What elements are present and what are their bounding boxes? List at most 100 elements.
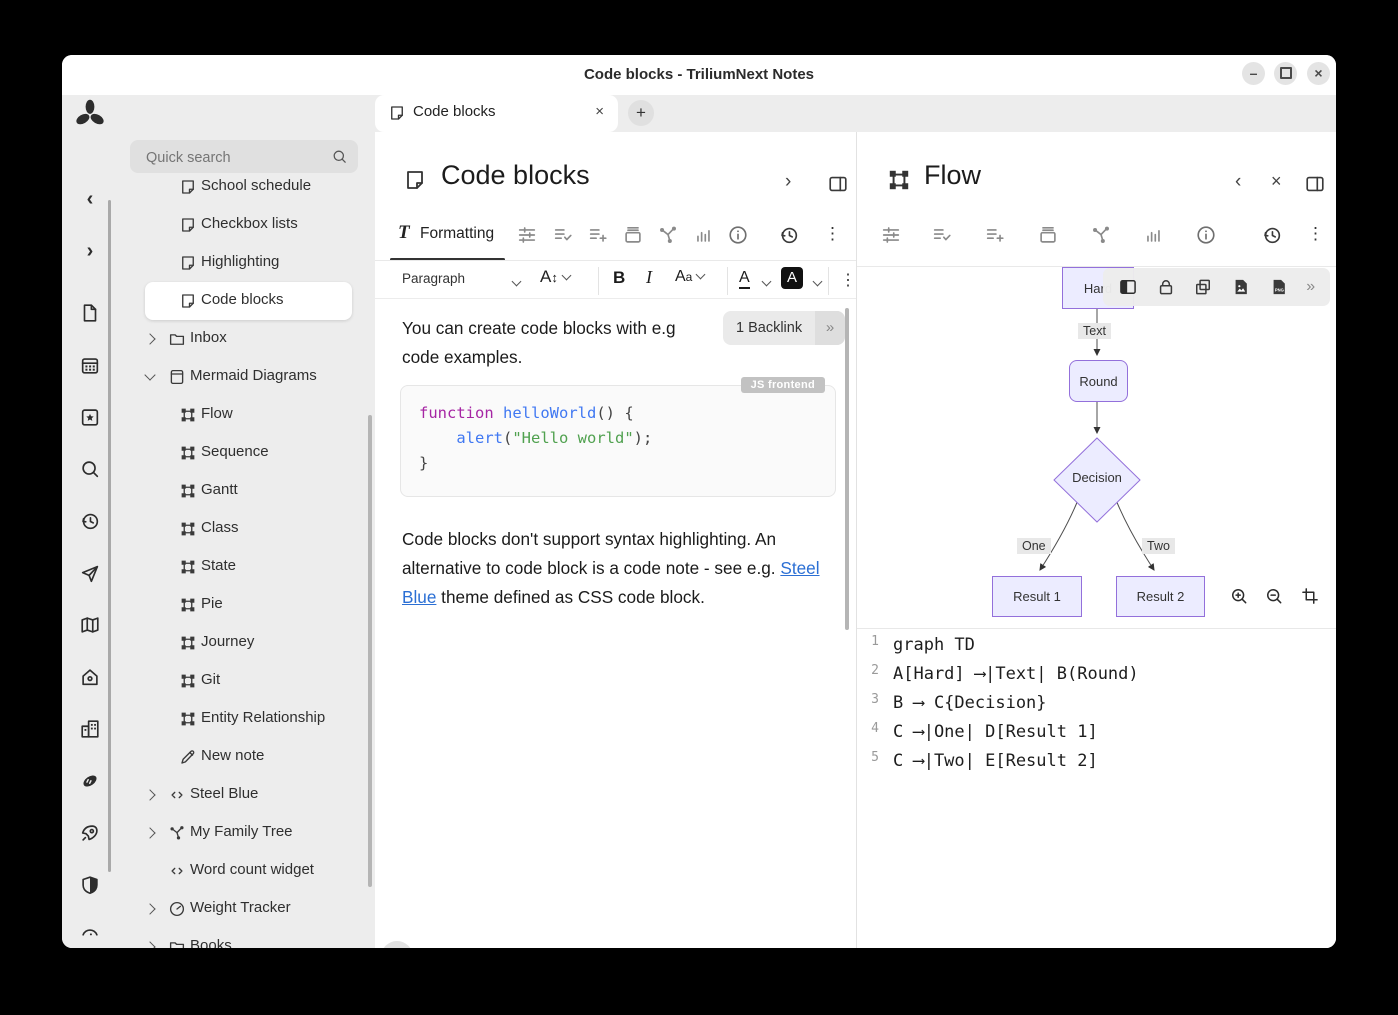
node-round[interactable]: Round [1069,360,1128,402]
italic-button[interactable]: I [646,267,652,288]
split-pane-icon[interactable] [827,173,849,195]
zoom-in-icon[interactable] [1229,586,1249,606]
more-icon[interactable]: » [1306,278,1315,296]
tab-formatting[interactable]: Formatting [420,225,494,243]
chevron-down-icon[interactable] [512,277,522,287]
font-family-button[interactable]: Aa [675,268,704,286]
tree-item-my-family-tree[interactable]: My Family Tree [118,814,368,852]
chevron-right-icon[interactable] [144,903,155,914]
calendar-icon[interactable] [79,354,101,376]
inherited-attributes-icon[interactable] [587,224,609,246]
tree-item-inbox[interactable]: Inbox [118,320,368,358]
map-icon[interactable] [79,614,101,636]
new-tab-button[interactable]: + [628,100,654,126]
tree-item-word-count-widget[interactable]: Word count widget [118,852,368,890]
analytics-icon[interactable] [692,224,714,246]
chevron-down-icon[interactable] [144,369,155,380]
backlink-expand-icon[interactable]: » [815,311,845,345]
tree-item-class[interactable]: Class [118,510,368,548]
note-info-icon[interactable] [727,224,749,246]
rocket-icon[interactable] [79,822,101,844]
split-pane-icon[interactable] [1304,173,1326,195]
home-icon[interactable] [79,666,101,688]
tree-item-journey[interactable]: Journey [118,624,368,662]
node-result-1[interactable]: Result 1 [992,576,1082,617]
shield-icon[interactable] [79,874,101,896]
tree-item-weight-tracker[interactable]: Weight Tracker [118,890,368,928]
tree-item-books[interactable]: Books [118,928,368,948]
editor-scrollbar[interactable] [845,308,849,630]
basic-properties-icon[interactable] [880,224,902,246]
chevron-right-icon[interactable] [144,789,155,800]
chevron-down-icon[interactable] [762,277,772,287]
tree-item-gantt[interactable]: Gantt [118,472,368,510]
tree-item-steel-blue[interactable]: Steel Blue [118,776,368,814]
tab-code-blocks[interactable]: Code blocks × [375,95,618,132]
archive-icon[interactable] [622,224,644,246]
close-button[interactable]: × [1307,62,1330,85]
bold-button[interactable]: B [613,268,625,288]
tree-item-git[interactable]: Git [118,662,368,700]
note-info-icon[interactable] [1195,224,1217,246]
tree-item-sequence[interactable]: Sequence [118,434,368,472]
analytics-icon[interactable] [1142,224,1164,246]
export-image-icon[interactable] [1231,277,1251,297]
maximize-button[interactable] [1274,62,1297,85]
collapse-launcher-button[interactable]: « [62,943,118,948]
revisions-history-icon[interactable] [1261,224,1283,246]
launcher-scrollbar[interactable] [108,200,111,872]
copy-icon[interactable] [1193,277,1213,297]
toolbar-kebab-icon[interactable]: ⋮ [840,270,856,290]
paragraph-style-select[interactable]: Paragraph [402,271,465,286]
tree-item-mermaid-diagrams[interactable]: Mermaid Diagrams [118,358,368,396]
revisions-history-icon[interactable] [778,224,800,246]
mermaid-source-editor[interactable]: 1graph TD 2A[Hard] ⟶|Text| B(Round) 3B ⟶… [857,628,1336,948]
node-decision-label[interactable]: Decision [1047,470,1147,485]
node-result-2[interactable]: Result 2 [1116,576,1205,617]
basic-properties-icon[interactable] [516,224,538,246]
tree-item-state[interactable]: State [118,548,368,586]
chevron-right-icon[interactable] [144,827,155,838]
expand-chevron-icon[interactable]: › [785,171,791,193]
export-png-icon[interactable]: PNG [1269,277,1289,297]
tab-close-icon[interactable]: × [595,103,604,120]
chevron-right-icon[interactable] [144,941,155,948]
bg-color-button[interactable]: A [781,267,803,289]
crop-icon[interactable] [1300,586,1320,606]
owned-attributes-icon[interactable] [931,224,953,246]
user-arc-icon[interactable] [79,922,101,944]
recent-changes-icon[interactable] [79,510,101,532]
close-pane-icon[interactable]: × [1271,171,1282,192]
tree-scrollbar[interactable] [368,415,372,887]
search-launcher-icon[interactable] [79,458,101,480]
panel-left-icon[interactable] [1118,277,1138,297]
ribbon-kebab-icon[interactable]: ⋮ [1307,224,1324,244]
note-map-icon[interactable] [1090,224,1112,246]
formatting-tab-t-icon[interactable]: T [398,222,410,244]
font-size-button[interactable]: A↕ [540,267,570,287]
tree-item-code-blocks[interactable]: Code blocks [118,282,368,320]
tree-item-pie[interactable]: Pie [118,586,368,624]
tree-item-new-note[interactable]: New note [118,738,368,776]
tree-item-flow[interactable]: Flow [118,396,368,434]
note-map-icon[interactable] [657,224,679,246]
zoom-out-icon[interactable] [1264,586,1284,606]
note-title[interactable]: Flow [924,160,981,191]
buildings-icon[interactable] [79,718,101,740]
note-title[interactable]: Code blocks [441,160,590,191]
send-icon[interactable] [79,563,101,585]
trilium-logo[interactable] [73,98,107,132]
new-note-launcher-icon[interactable] [79,302,101,324]
inherited-attributes-icon[interactable] [984,224,1006,246]
tree-item-highlighting[interactable]: Highlighting [118,244,368,282]
tree-item-checkbox-lists[interactable]: Checkbox lists [118,206,368,244]
owned-attributes-icon[interactable] [552,224,574,246]
today-calendar-star-icon[interactable] [79,406,101,428]
minimize-button[interactable]: – [1242,62,1265,85]
tree-item-entity-relationship[interactable]: Entity Relationship [118,700,368,738]
lock-icon[interactable] [1156,277,1176,297]
chevron-down-icon[interactable] [813,277,823,287]
collapse-chevron-icon[interactable]: ‹ [1235,171,1241,193]
bread-icon[interactable] [79,770,101,792]
backlink-widget[interactable]: 1 Backlink » [723,311,845,345]
